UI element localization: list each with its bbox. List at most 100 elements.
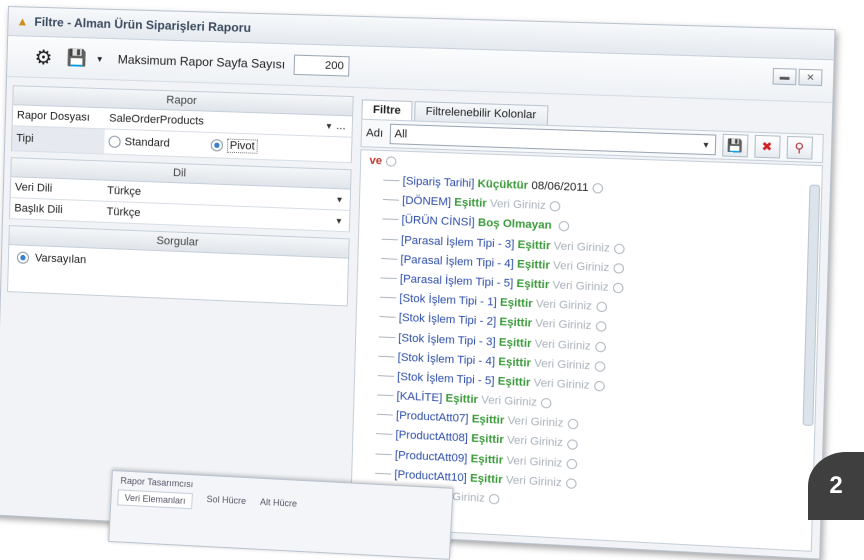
condition-operator[interactable]: Küçüktür: [477, 178, 528, 192]
condition-field[interactable]: [Stok İşlem Tipi - 5]: [397, 371, 495, 388]
add-condition-icon[interactable]: [614, 243, 625, 254]
tree-branch: ──: [380, 292, 400, 305]
add-condition-icon[interactable]: [567, 439, 578, 450]
condition-field[interactable]: [ÜRÜN CİNSİ]: [401, 214, 474, 229]
condition-field[interactable]: [Stok İşlem Tipi - 3]: [398, 332, 496, 349]
max-report-page-input[interactable]: 200: [293, 55, 349, 77]
radio-pivot[interactable]: Pivot: [210, 138, 258, 154]
chevron-down-icon[interactable]: ▼: [702, 140, 711, 150]
condition-field[interactable]: [Stok İşlem Tipi - 2]: [399, 312, 497, 328]
report-file-more-button[interactable]: ...: [336, 120, 346, 133]
condition-operator[interactable]: Eşittir: [445, 392, 478, 406]
condition-operator[interactable]: Eşittir: [471, 433, 504, 447]
add-condition-icon[interactable]: [594, 361, 605, 372]
condition-operator[interactable]: Eşittir: [498, 356, 531, 370]
filter-icon[interactable]: ⚙: [29, 43, 58, 72]
add-condition-icon[interactable]: [613, 263, 624, 274]
save-filter-icon[interactable]: 💾: [722, 134, 748, 158]
add-condition-icon[interactable]: [593, 183, 604, 194]
add-condition-icon[interactable]: [613, 283, 624, 294]
add-condition-icon[interactable]: [566, 458, 577, 469]
add-condition-icon[interactable]: [541, 398, 552, 409]
condition-operator[interactable]: Eşittir: [470, 472, 503, 486]
condition-field[interactable]: [ProductAtt10]: [394, 468, 467, 484]
window-controls: ▬ ✕: [772, 68, 822, 86]
save-icon[interactable]: 💾: [65, 48, 88, 69]
condition-field[interactable]: [ProductAtt09]: [395, 449, 468, 465]
dropdown-arrow-icon[interactable]: ▼: [96, 54, 104, 63]
condition-value[interactable]: Veri Giriniz: [535, 337, 591, 352]
condition-operator[interactable]: Eşittir: [498, 375, 531, 389]
report-file-field[interactable]: SaleOrderProducts ▼ ...: [105, 112, 352, 132]
condition-value[interactable]: Veri Giriniz: [536, 298, 592, 313]
condition-field[interactable]: [DÖNEM]: [402, 195, 451, 209]
add-condition-icon[interactable]: [595, 322, 606, 333]
condition-field[interactable]: [KALİTE]: [396, 390, 442, 404]
condition-operator[interactable]: Eşittir: [517, 258, 550, 272]
condition-field[interactable]: [Stok İşlem Tipi - 1]: [399, 292, 497, 308]
title-language-label: Başlık Dili: [10, 202, 103, 218]
left-panel: Rapor Rapor Dosyası SaleOrderProducts ▼ …: [1, 85, 354, 527]
condition-value[interactable]: Veri Giriniz: [507, 435, 563, 450]
chevron-down-icon[interactable]: ▼: [335, 216, 343, 225]
delete-filter-icon[interactable]: ✖: [754, 135, 780, 159]
tab-left-cell[interactable]: Sol Hücre: [206, 494, 246, 512]
condition-field[interactable]: [Parasal İşlem Tipi - 4]: [400, 253, 514, 270]
condition-value[interactable]: Veri Giriniz: [533, 377, 589, 392]
condition-value[interactable]: 08/06/2011: [531, 180, 588, 194]
tree-branch: ──: [380, 272, 400, 285]
condition-operator[interactable]: Eşittir: [516, 278, 549, 292]
condition-field[interactable]: [Parasal İşlem Tipi - 3]: [401, 234, 515, 251]
condition-value[interactable]: Veri Giriniz: [506, 474, 562, 489]
close-icon[interactable]: ✕: [798, 69, 822, 86]
condition-operator[interactable]: Eşittir: [472, 413, 505, 427]
add-condition-icon[interactable]: [596, 302, 607, 313]
condition-value[interactable]: Veri Giriniz: [507, 415, 563, 430]
condition-value[interactable]: Veri Giriniz: [534, 357, 590, 372]
condition-operator[interactable]: Eşittir: [499, 336, 532, 350]
chevron-down-icon[interactable]: ▼: [325, 122, 333, 131]
tree-branch: ──: [382, 214, 402, 227]
query-icon: [17, 251, 29, 263]
radio-circle-icon: [108, 136, 120, 148]
clear-filter-icon[interactable]: ⚲: [786, 136, 813, 160]
condition-operator[interactable]: Eşittir: [470, 453, 503, 467]
tree-branch: ──: [381, 253, 401, 266]
tree-branch: ──: [379, 331, 399, 344]
filter-name-select[interactable]: All ▼: [389, 124, 716, 156]
condition-field[interactable]: [ProductAtt07]: [396, 410, 469, 426]
add-condition-icon[interactable]: [550, 201, 561, 212]
tree-branch: ──: [377, 389, 397, 402]
add-condition-icon[interactable]: [594, 381, 605, 392]
minimize-icon[interactable]: ▬: [772, 68, 796, 85]
tab-data-elements[interactable]: Veri Elemanları: [117, 489, 193, 509]
condition-operator[interactable]: Eşittir: [499, 316, 532, 330]
radio-standard[interactable]: Standard: [108, 136, 170, 150]
condition-value[interactable]: Veri Giriniz: [535, 318, 591, 333]
tab-bottom-cell[interactable]: Alt Hücre: [260, 497, 298, 515]
condition-value[interactable]: Veri Giriniz: [553, 240, 609, 255]
radio-selected-icon: [210, 139, 223, 152]
tab-filtre[interactable]: Filtre: [361, 99, 412, 120]
condition-field[interactable]: [Parasal İşlem Tipi - 5]: [400, 273, 514, 290]
add-condition-icon[interactable]: [566, 478, 577, 489]
condition-value[interactable]: Veri Giriniz: [481, 394, 537, 409]
condition-field[interactable]: [Stok İşlem Tipi - 4]: [398, 351, 496, 368]
condition-value[interactable]: Veri Giriniz: [506, 454, 562, 469]
condition-operator[interactable]: Eşittir: [454, 197, 487, 210]
chevron-down-icon[interactable]: ▼: [335, 195, 343, 204]
condition-operator[interactable]: Eşittir: [500, 297, 533, 311]
condition-field[interactable]: [ProductAtt08]: [395, 429, 468, 445]
condition-value[interactable]: Veri Giriniz: [490, 198, 546, 212]
add-condition-icon[interactable]: [489, 494, 500, 505]
condition-field[interactable]: [Sipariş Tarihi]: [403, 175, 475, 190]
condition-operator[interactable]: Boş Olmayan: [478, 217, 552, 232]
add-condition-icon[interactable]: [567, 419, 578, 430]
add-condition-icon[interactable]: [559, 221, 570, 232]
condition-value[interactable]: Veri Giriniz: [552, 279, 608, 294]
add-condition-icon[interactable]: [595, 341, 606, 352]
condition-operator[interactable]: Eşittir: [518, 238, 551, 252]
add-condition-icon[interactable]: [386, 156, 397, 167]
condition-value[interactable]: Veri Giriniz: [553, 259, 609, 274]
data-language-label: Veri Dili: [11, 181, 104, 196]
